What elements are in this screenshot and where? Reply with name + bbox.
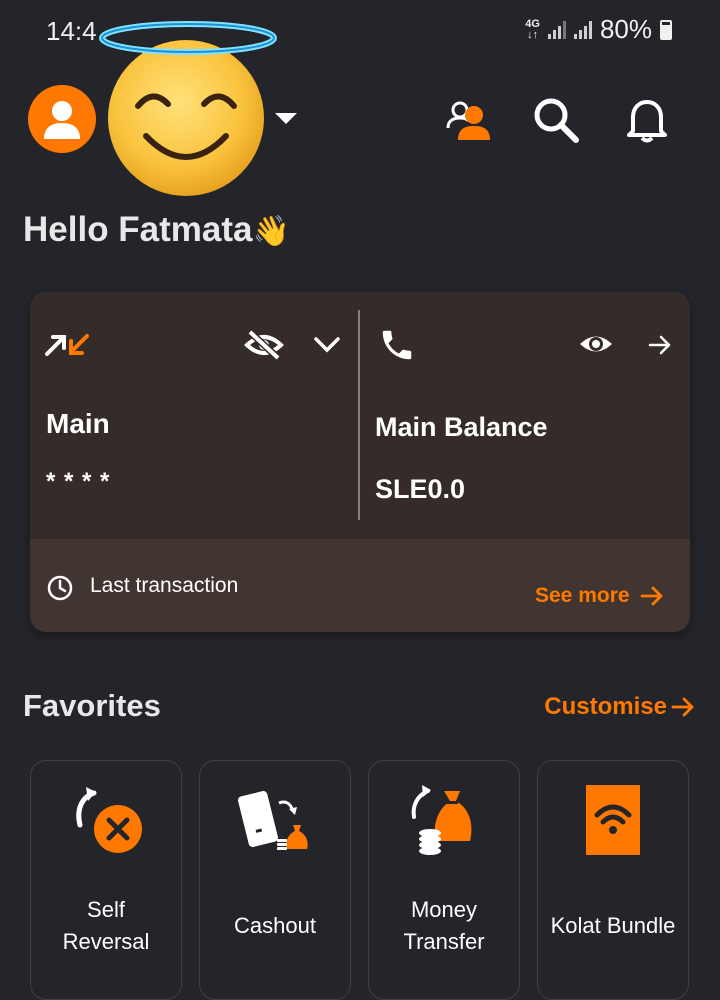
- customise-label: Customise: [544, 693, 667, 720]
- clock-icon: [47, 575, 73, 601]
- last-transaction-row[interactable]: Last transaction See more: [30, 539, 690, 632]
- phone-icon: [382, 330, 412, 360]
- self-reversal-icon: [76, 787, 142, 853]
- network-type: 4G: [525, 17, 540, 30]
- tile-label-line1: Cashout: [234, 913, 316, 938]
- favorite-cashout[interactable]: Cashout: [199, 760, 351, 1000]
- status-icons: 4G ↓↑ 80%: [525, 14, 672, 45]
- status-time: 14:4: [46, 16, 97, 46]
- cashout-icon: [238, 790, 308, 850]
- tile-label-line1: Kolat Bundle: [550, 913, 676, 938]
- search-icon[interactable]: [532, 96, 580, 144]
- masked-balance: * * * *: [46, 468, 111, 495]
- wallet-name: Main: [46, 408, 110, 439]
- tile-icon-wrap: [538, 781, 688, 881]
- signal-icon: [547, 20, 566, 39]
- battery-icon: [660, 19, 672, 40]
- tile-label-line1: Self: [87, 897, 125, 922]
- battery-percent: 80%: [599, 14, 652, 44]
- balance-card: Main * * * * Main Balance SLE0.0 Last tr…: [30, 292, 690, 632]
- halo-emoji-icon: [99, 21, 277, 196]
- tile-label-line2: Transfer: [403, 929, 485, 954]
- last-transaction-label: Last transaction: [90, 574, 239, 597]
- see-more-link[interactable]: See more: [535, 584, 664, 608]
- favorite-money-transfer[interactable]: Money Transfer: [368, 760, 520, 1000]
- favorites-title: Favorites: [23, 688, 161, 723]
- account-dropdown-icon[interactable]: [275, 113, 297, 124]
- tile-icon-wrap: [369, 781, 519, 881]
- hide-balance-icon[interactable]: [244, 329, 284, 361]
- tile-icon-wrap: [31, 781, 181, 881]
- network-type-icon: 4G ↓↑: [525, 17, 540, 41]
- card-divider: [358, 310, 360, 520]
- bell-icon[interactable]: [623, 96, 671, 144]
- favorite-kolat-bundle[interactable]: Kolat Bundle: [537, 760, 689, 1000]
- tile-label-line1: Money: [410, 897, 478, 922]
- see-more-label: See more: [535, 584, 630, 607]
- balance-card-top: Main * * * * Main Balance SLE0.0: [30, 292, 690, 539]
- main-balance-value: SLE0.0: [375, 474, 466, 504]
- money-transfer-icon: [411, 785, 472, 855]
- favorite-self-reversal[interactable]: Self Reversal: [30, 760, 182, 1000]
- arrow-right-orange-icon: [671, 697, 694, 717]
- greeting-text: Hello Fatmata: [23, 210, 253, 249]
- account-switch-icon[interactable]: [444, 96, 492, 144]
- signal-icon-2: [573, 20, 592, 39]
- greeting-title: Hello Fatmata👋: [23, 210, 290, 250]
- tile-label-line2: Reversal: [62, 929, 150, 954]
- arrow-right-orange-icon: [640, 586, 662, 606]
- wave-emoji-icon: 👋: [252, 215, 290, 248]
- main-balance-label: Main Balance: [375, 412, 548, 442]
- tile-icon-wrap: [200, 781, 350, 881]
- wifi-bundle-icon: [586, 785, 640, 855]
- transfer-arrows-icon: [45, 334, 89, 356]
- chevron-down-icon[interactable]: [313, 336, 341, 354]
- arrow-right-icon[interactable]: [648, 334, 672, 356]
- user-icon: [44, 101, 80, 139]
- customise-link[interactable]: Customise: [544, 693, 695, 721]
- show-balance-icon[interactable]: [578, 331, 614, 357]
- profile-avatar[interactable]: [28, 85, 96, 153]
